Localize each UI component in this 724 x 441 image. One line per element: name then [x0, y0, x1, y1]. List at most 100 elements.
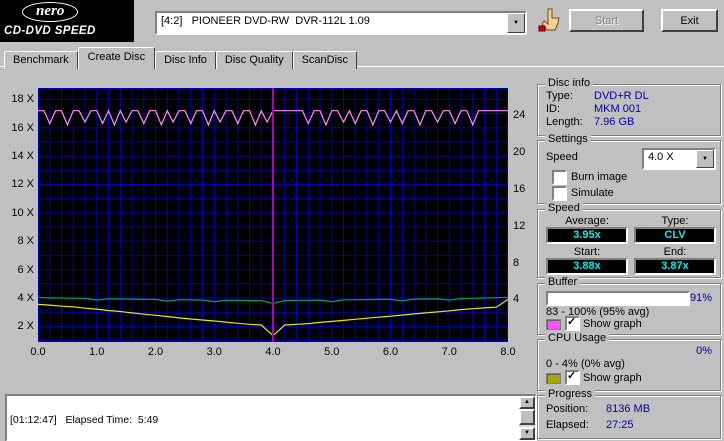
axis-tick-label: 4 [513, 293, 520, 306]
elapsed-label: Elapsed: [546, 419, 589, 431]
type-label: Type: [661, 215, 689, 227]
speed-select-value: 4.0 X [648, 151, 674, 163]
axis-tick-label: 12 X [11, 178, 34, 191]
status-log-lines: [01:12:47] Elapsed Time: 5:49 [01:37:21]… [10, 397, 517, 439]
axis-tick-label: 12 [513, 219, 526, 232]
axis-tick-label: 5.0 [324, 346, 340, 358]
buffer-percent: 91% [689, 292, 712, 304]
eject-hand-button[interactable] [536, 7, 564, 35]
status-log[interactable]: [01:12:47] Elapsed Time: 5:49 [01:37:21]… [5, 394, 537, 441]
axis-tick-label: 14 X [11, 150, 34, 163]
buffer-progress-bar [546, 291, 690, 306]
chevron-down-icon[interactable]: ▼ [696, 150, 714, 168]
cpu-range-text: 0 - 4% (0% avg) [546, 358, 625, 370]
buffer-graph-swatch [546, 319, 561, 330]
speed-chart: 18 X 16 X 14 X 12 X 10 X 8 X 6 X 4 X 2 X 24 20 16 12… [5, 78, 533, 370]
start-button[interactable]: Start [569, 9, 644, 32]
buffer-show-graph-checkbox[interactable]: ✓ [565, 316, 580, 331]
cpu-graph-swatch [546, 373, 561, 384]
exit-button[interactable]: Exit [661, 9, 718, 32]
cpu-usage-title: CPU Usage [545, 332, 610, 345]
drive-select-value: [4:2] PIONEER DVD-RW DVR-112L 1.09 [161, 15, 370, 27]
disc-id-label: ID: [546, 103, 561, 115]
axis-tick-label: 10 X [11, 206, 34, 219]
tab-benchmark[interactable]: Benchmark [4, 51, 78, 69]
chevron-down-icon[interactable]: ▼ [507, 13, 525, 33]
axis-tick-label: 6.0 [382, 346, 399, 358]
burn-image-label: Burn image [571, 171, 628, 183]
average-speed-value: 3.95x [546, 227, 628, 244]
axis-tick-label: 24 [513, 108, 526, 121]
settings-title: Settings [545, 133, 591, 146]
simulate-checkbox[interactable]: ✓ [552, 186, 567, 201]
chart-canvas [37, 88, 509, 342]
log-line: [01:12:47] Elapsed Time: 5:49 [10, 414, 159, 427]
axis-tick-label: 4 X [17, 292, 34, 304]
settings-panel: Settings Speed 4.0 X ▼ ✓ Burn image ✓ Si… [537, 133, 721, 204]
disc-info-title: Disc info [545, 77, 594, 90]
cpu-usage-panel: CPU Usage 0% 0 - 4% (0% avg) ✓ Show grap… [537, 332, 721, 391]
axis-tick-label: 4.0 [265, 346, 281, 358]
elapsed-value: 27:25 [606, 419, 634, 431]
cpu-percent: 0% [696, 345, 712, 357]
end-speed-value: 3.87x [634, 258, 716, 275]
scrollbar-thumb[interactable] [519, 409, 535, 425]
disc-length-label: Length: [546, 116, 583, 128]
disc-info-panel: Disc info Type: DVD+R DL ID: MKM 001 Len… [537, 77, 721, 136]
log-scrollbar[interactable]: ▲ ▼ [519, 396, 535, 440]
buffer-show-graph-label: Show graph [583, 318, 642, 330]
axis-tick-label: 16 X [11, 121, 34, 134]
nero-cd-dvd-speed-window: nero CD-DVD SPEED [4:2] PIONEER DVD-RW D… [0, 0, 724, 441]
axis-tick-label: 2.0 [147, 346, 164, 358]
progress-title: Progress [545, 388, 596, 401]
start-speed-value: 3.88x [546, 258, 628, 275]
speed-setting-label: Speed [546, 151, 578, 163]
cpu-show-graph-label: Show graph [583, 372, 642, 384]
disc-length-value: 7.96 GB [594, 116, 635, 128]
axis-tick-label: 20 [513, 145, 526, 158]
tab-bar: Benchmark Create Disc Disc Info Disc Qualit… [4, 47, 358, 69]
cd-dvd-speed-logo-text: CD-DVD SPEED [4, 25, 96, 37]
axis-tick-label: 18 X [11, 93, 34, 106]
tab-disc-info[interactable]: Disc Info [155, 51, 216, 69]
scroll-down-icon[interactable]: ▼ [519, 427, 535, 440]
disc-type-value: DVD+R DL [594, 90, 649, 102]
axis-tick-label: 16 [513, 182, 526, 195]
cpu-show-graph-checkbox[interactable]: ✓ [565, 370, 580, 385]
end-speed-label: End: [663, 246, 687, 258]
disc-id-value: MKM 001 [594, 103, 642, 115]
position-label: Position: [546, 403, 589, 415]
tab-create-disc[interactable]: Create Disc [77, 47, 156, 69]
tab-disc-quality[interactable]: Disc Quality [215, 51, 293, 69]
check-icon: ✓ [567, 316, 577, 328]
axis-tick-label: 8.0 [500, 346, 516, 358]
speed-type-value: CLV [634, 227, 716, 244]
axis-tick-label: 8 X [17, 235, 34, 248]
buffer-title: Buffer [545, 276, 581, 289]
nero-logo: nero CD-DVD SPEED [0, 0, 134, 42]
check-icon: ✓ [567, 370, 577, 382]
buffer-range-text: 83 - 100% (95% avg) [546, 306, 650, 318]
axis-tick-label: 6 X [17, 263, 34, 276]
start-speed-label: Start: [573, 246, 601, 258]
axis-tick-label: 1.0 [89, 346, 105, 358]
progress-panel: Progress Position: 8136 MB Elapsed: 27:2… [537, 388, 721, 439]
axis-tick-label: 7.0 [441, 346, 457, 358]
speed-select-combobox[interactable]: 4.0 X ▼ [642, 148, 716, 170]
axis-tick-label: 3.0 [206, 346, 222, 358]
speed-panel-title: Speed [545, 202, 583, 215]
axis-tick-label: 2 X [17, 320, 34, 333]
axis-tick-label: 8 [513, 256, 520, 269]
burn-image-checkbox[interactable]: ✓ [552, 170, 567, 185]
simulate-label: Simulate [571, 187, 614, 199]
scroll-up-icon[interactable]: ▲ [519, 396, 535, 409]
chart-plot-area [37, 88, 509, 342]
axis-tick-label: 0.0 [30, 346, 46, 358]
drive-select-combobox[interactable]: [4:2] PIONEER DVD-RW DVR-112L 1.09 ▼ [155, 11, 527, 35]
nero-logo-text: nero [22, 2, 79, 22]
position-value: 8136 MB [606, 403, 651, 415]
disc-type-label: Type: [546, 90, 573, 102]
hand-cursor-icon [537, 8, 563, 36]
tab-scandisc[interactable]: ScanDisc [292, 51, 358, 69]
average-label: Average: [565, 215, 609, 227]
